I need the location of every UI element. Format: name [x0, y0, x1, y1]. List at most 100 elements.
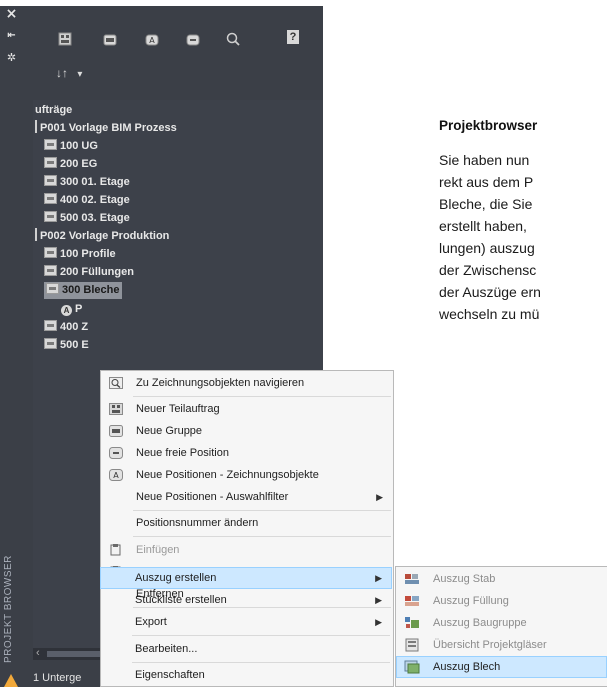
tree-item[interactable]: 100 Profile [44, 245, 116, 263]
menu-separator [133, 396, 391, 397]
submenu-item-label: Auszug Baugruppe [433, 617, 527, 629]
submenu-item-auszug-baugruppe[interactable]: Auszug Baugruppe [396, 612, 607, 634]
menu-item-export[interactable]: Export ▶ [100, 611, 392, 633]
doc-text-line: Sie haben nun [439, 152, 530, 168]
tree-item-label: P [75, 303, 83, 315]
teilauftrag-icon [44, 211, 57, 222]
position-icon[interactable]: A [145, 34, 159, 46]
doc-text-line: der Zwischensc [439, 262, 537, 278]
menu-item-einfuegen[interactable]: Einfügen [101, 539, 393, 561]
submenu-item-label: Übersicht Projektgläser [433, 639, 547, 651]
tree-item-label: 500 E [60, 339, 89, 351]
tree-item-label: 100 UG [60, 140, 98, 152]
tree-item-label: 200 EG [60, 158, 98, 170]
auszug-submenu: Auszug Stab Auszug Füllung Auszug Baugru… [395, 566, 607, 687]
submenu-arrow-icon: ▶ [375, 617, 382, 627]
submenu-arrow-icon: ▶ [375, 595, 382, 605]
tree-item-selected[interactable]: 300 Bleche [44, 282, 123, 299]
auszug-blech-icon [404, 660, 420, 674]
menu-item-label: Zu Zeichnungsobjekten navigieren [136, 377, 305, 389]
doc-text-line: lungen) auszug [439, 240, 535, 256]
teilauftrag-icon [44, 320, 57, 331]
tree-item[interactable]: 200 EG [44, 155, 97, 173]
tree-item[interactable]: 300 01. Etage [44, 173, 130, 191]
tree-item-label: 400 Z [60, 321, 89, 333]
menu-item-label: Bearbeiten... [135, 643, 198, 655]
menu-item-label: Neue Positionen - Zeichnungsobjekte [136, 469, 319, 481]
teilauftrag-icon [44, 265, 57, 276]
settings-icon[interactable]: ✲ [0, 52, 23, 64]
status-text: 1 Unterge [33, 672, 82, 684]
menu-item-label: Eigenschaften [135, 669, 205, 681]
tree-item-label: 200 Füllungen [60, 266, 134, 278]
help-icon[interactable]: ? [287, 30, 299, 44]
doc-text-line: Bleche, die Sie [439, 196, 533, 212]
freie-position-icon [109, 447, 123, 459]
menu-item-positionsnummer-aendern[interactable]: Positionsnummer ändern [101, 512, 393, 534]
menu-item-neue-positionen-auswahlfilter[interactable]: Neue Positionen - Auswahlfilter ▶ [101, 486, 393, 508]
gruppe-icon[interactable] [103, 34, 117, 46]
svg-text:A: A [113, 471, 119, 480]
tree-root-label: ufträge [35, 104, 73, 116]
menu-item-neue-positionen-zeichnungsobjekte[interactable]: A Neue Positionen - Zeichnungsobjekte [101, 464, 393, 486]
doc-text-line: wechseln zu mü [439, 306, 540, 322]
close-icon[interactable]: × [0, 7, 23, 21]
tree-item[interactable]: 500 03. Etage [44, 209, 130, 227]
submenu-item-auszug-stab[interactable]: Auszug Stab [396, 568, 607, 590]
doc-text-line: der Auszüge ern [439, 284, 541, 300]
gruppe-icon [109, 425, 123, 437]
app-logo-icon [4, 674, 18, 687]
teilauftrag-icon [44, 193, 57, 204]
sort-icon: ↓↑ [56, 66, 68, 80]
menu-item-auszug-erstellen[interactable]: Auszug erstellen ▶ [100, 567, 392, 589]
dock-icon[interactable]: ⇤ [0, 30, 23, 42]
teilauftrag-icon[interactable] [58, 32, 72, 46]
tree-item[interactable]: 500 E [44, 336, 89, 354]
tree-root[interactable]: ufträge [35, 101, 72, 119]
submenu-item-auszug-blech[interactable]: Auszug Blech [396, 656, 607, 678]
menu-separator [132, 635, 390, 636]
menu-item-eigenschaften[interactable]: Eigenschaften [100, 664, 392, 686]
menu-item-bearbeiten[interactable]: Bearbeiten... [100, 638, 392, 660]
tree-item[interactable]: 400 Z [44, 318, 88, 336]
menu-item-navigate[interactable]: Zu Zeichnungsobjekten navigieren [101, 372, 393, 394]
teilauftrag-icon [44, 247, 57, 258]
menu-item-neuer-teilauftrag[interactable]: Neuer Teilauftrag [101, 398, 393, 420]
tree-item[interactable]: 200 Füllungen [44, 263, 134, 281]
menu-separator [132, 662, 390, 663]
tree-item[interactable]: 100 UG [44, 137, 98, 155]
navigate-icon [109, 377, 123, 389]
menu-item-stueckliste-erstellen[interactable]: Stückliste erstellen ▶ [100, 589, 392, 611]
tree-branch-line [35, 228, 37, 241]
menu-item-label: Positionsnummer ändern [136, 517, 259, 529]
paste-icon [110, 544, 121, 556]
position-icon: A [109, 469, 123, 481]
submenu-item-label: Auszug Stab [433, 573, 496, 585]
freie-position-icon[interactable] [186, 34, 200, 46]
submenu-item-label: Auszug Blech [433, 661, 501, 673]
submenu-item-uebersicht-projektglaeser[interactable]: Übersicht Projektgläser [396, 634, 607, 656]
doc-heading: Projektbrowser [439, 118, 538, 133]
auszug-stab-icon [405, 574, 419, 584]
scroll-left-icon[interactable]: ‹ [36, 647, 40, 659]
teilauftrag-icon [46, 283, 59, 294]
uebersicht-glaeser-icon [405, 638, 419, 652]
menu-item-label: Export [135, 616, 167, 628]
sort-button[interactable]: ↓↑ ▾ [56, 66, 82, 80]
doc-text-line: erstellt haben, [439, 218, 527, 234]
teilauftrag-icon [109, 403, 123, 415]
menu-item-neue-freie-position[interactable]: Neue freie Position [101, 442, 393, 464]
submenu-item-auszug-fuellung[interactable]: Auszug Füllung [396, 590, 607, 612]
menu-item-neue-gruppe[interactable]: Neue Gruppe [101, 420, 393, 442]
tree-item[interactable]: 400 02. Etage [44, 191, 130, 209]
tree-item-label: 500 03. Etage [60, 212, 130, 224]
submenu-arrow-icon: ▶ [376, 492, 383, 502]
menu-item-label: Neue Gruppe [136, 425, 203, 437]
navigate-icon[interactable] [226, 32, 240, 46]
tree-project-p001[interactable]: P001 Vorlage BIM Prozess [35, 119, 177, 137]
tree-item[interactable]: AP [61, 300, 82, 318]
teilauftrag-icon [44, 175, 57, 186]
submenu-item-label: Auszug Füllung [433, 595, 509, 607]
tree-item-label: P001 Vorlage BIM Prozess [40, 122, 177, 134]
tree-project-p002[interactable]: P002 Vorlage Produktion [35, 227, 169, 245]
